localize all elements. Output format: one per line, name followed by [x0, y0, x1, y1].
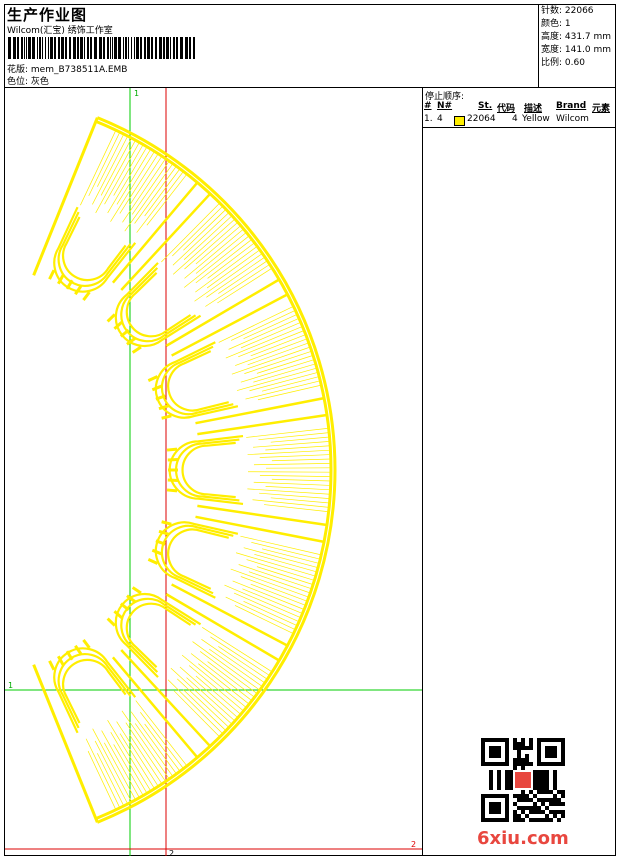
guide-marker-bottom: 2 — [169, 849, 174, 858]
guide-marker-left: 1 — [8, 681, 13, 690]
guide-marker-right: 2 — [411, 840, 416, 849]
guide-marker-top: 1 — [134, 89, 139, 98]
watermark-text: 6xiu.com — [477, 828, 569, 849]
qr-code-image — [481, 738, 565, 822]
guide-lines — [5, 88, 422, 856]
embroidery-design-canvas: 1 1 2 2 — [5, 88, 422, 858]
fan-embroidery-shape — [32, 116, 337, 824]
